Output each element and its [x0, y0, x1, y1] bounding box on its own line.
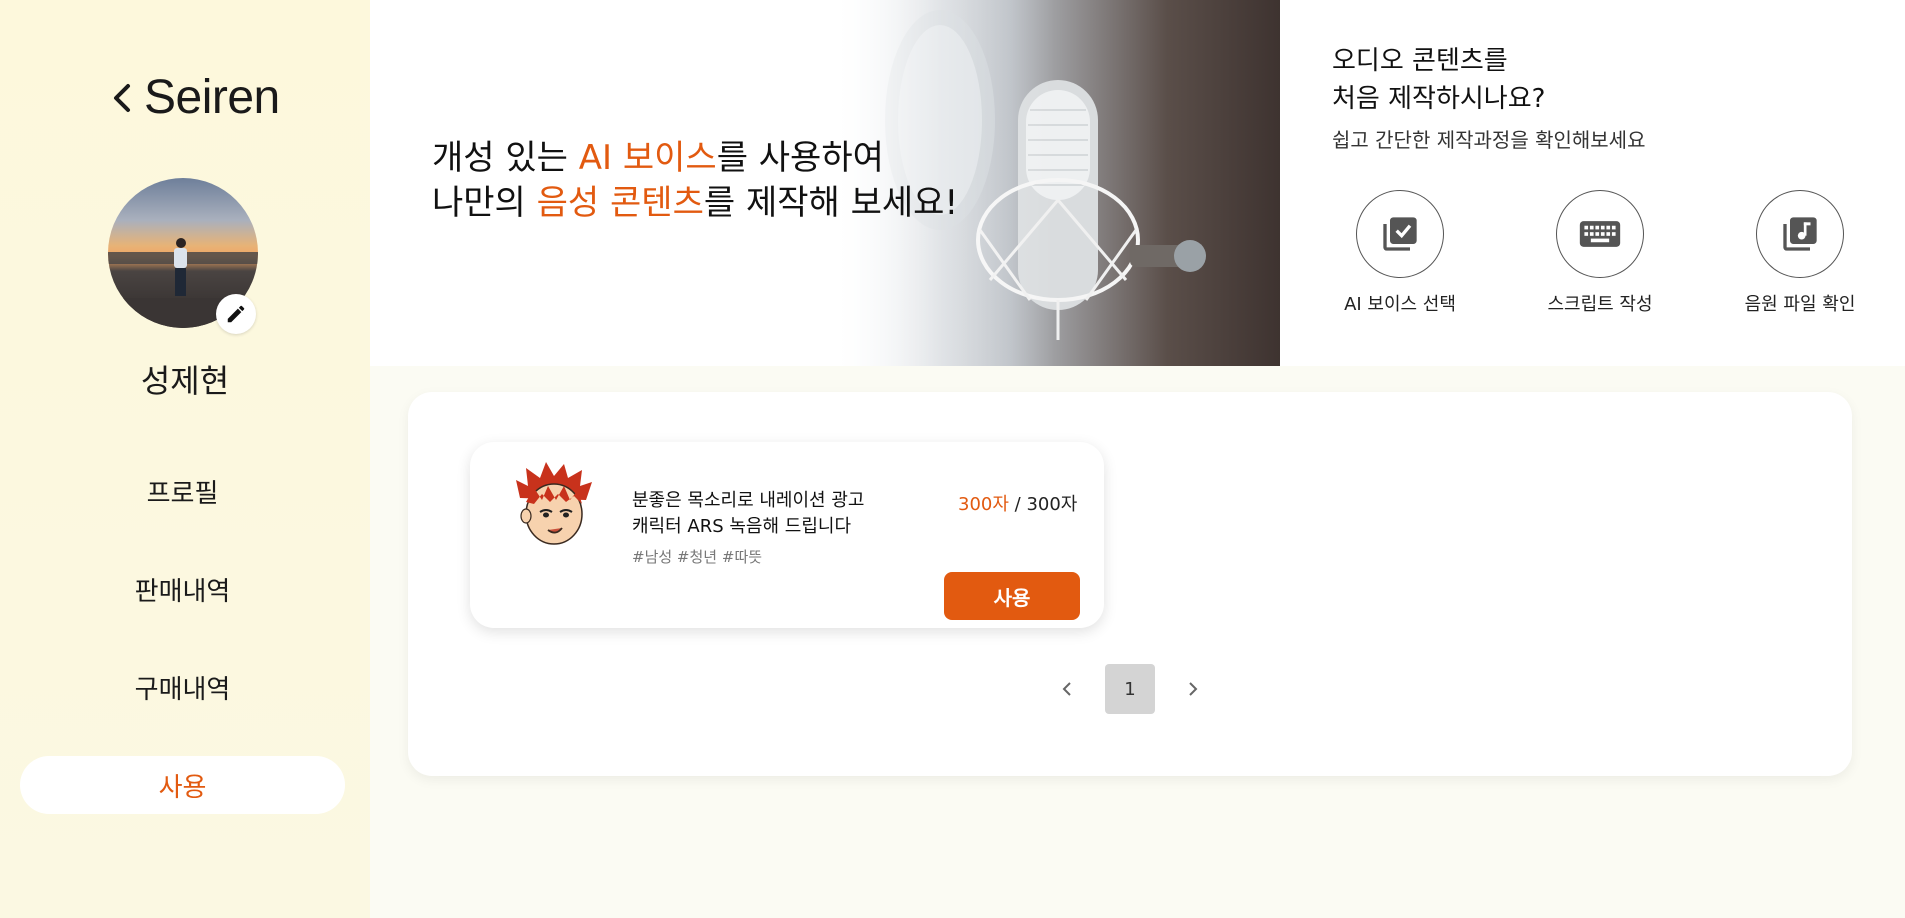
- keyboard-icon: [1579, 221, 1621, 247]
- hero-banner: 개성 있는 AI 보이스를 사용하여 나만의 음성 콘텐츠를 제작해 보세요!: [370, 0, 1280, 366]
- sidebar-nav: 프로필 판매내역 구매내역 사용: [20, 462, 345, 854]
- pencil-icon: [227, 305, 245, 323]
- pagination: 1: [408, 664, 1852, 714]
- edit-avatar-button[interactable]: [216, 294, 256, 334]
- sidebar-item-purchases[interactable]: 구매내역: [20, 658, 345, 716]
- guide-step-check-audio: 음원 파일 확인: [1720, 190, 1880, 316]
- used-count: 300자: [958, 494, 1009, 515]
- chevron-left-icon: [114, 83, 130, 112]
- sidebar-item-usage[interactable]: 사용: [20, 756, 345, 814]
- voice-tags: #남성 #청년 #따뜻: [632, 548, 763, 566]
- character-count: 300자 / 300자: [958, 490, 1077, 516]
- next-page-button[interactable]: [1175, 671, 1211, 707]
- usage-panel: 분좋은 목소리로 내레이션 광고 캐릭터 ARS 녹음해 드립니다 #남성 #청…: [408, 392, 1852, 776]
- total-count: 300자: [1026, 494, 1078, 515]
- count-separator: /: [1008, 494, 1027, 515]
- sidebar-item-sales[interactable]: 판매내역: [20, 560, 345, 618]
- avatar-container: [108, 178, 258, 334]
- prev-page-button[interactable]: [1049, 671, 1085, 707]
- voice-card: 분좋은 목소리로 내레이션 광고 캐릭터 ARS 녹음해 드립니다 #남성 #청…: [470, 442, 1104, 628]
- guide-steps: AI 보이스 선택 스크립트 작성 음원 파일 확인: [1320, 190, 1880, 316]
- step-check-audio-button[interactable]: [1756, 190, 1844, 278]
- chevron-left-icon: [1062, 682, 1071, 696]
- library-check-icon: [1383, 217, 1417, 251]
- sidebar-item-profile[interactable]: 프로필: [20, 462, 345, 520]
- guide-subtitle: 쉽고 간단한 제작과정을 확인해보세요: [1332, 128, 1646, 152]
- voice-description: 분좋은 목소리로 내레이션 광고 캐릭터 ARS 녹음해 드립니다: [632, 490, 865, 537]
- guide-title: 오디오 콘텐츠를 처음 제작하시나요?: [1332, 46, 1546, 114]
- character-avatar-icon: [516, 462, 592, 545]
- brand-back-link[interactable]: Seiren: [108, 70, 280, 125]
- use-button[interactable]: 사용: [944, 572, 1080, 620]
- step-write-script-button[interactable]: [1556, 190, 1644, 278]
- guide-step-select-voice: AI 보이스 선택: [1320, 190, 1480, 316]
- page-number-current[interactable]: 1: [1105, 664, 1155, 714]
- guide-panel: 오디오 콘텐츠를 처음 제작하시나요? 쉽고 간단한 제작과정을 확인해보세요 …: [1280, 0, 1905, 366]
- profile-name: 성제현: [140, 362, 230, 400]
- sidebar: Seiren 성제현 프로필 판매내역 구매내역 사용: [0, 0, 370, 918]
- chevron-right-icon: [1189, 682, 1198, 696]
- guide-step-write-script: 스크립트 작성: [1520, 190, 1680, 316]
- hero-headline: 개성 있는 AI 보이스를 사용하여 나만의 음성 콘텐츠를 제작해 보세요!: [432, 138, 959, 223]
- library-music-icon: [1783, 217, 1817, 251]
- step-select-voice-button[interactable]: [1356, 190, 1444, 278]
- brand-name: Seiren: [144, 71, 280, 124]
